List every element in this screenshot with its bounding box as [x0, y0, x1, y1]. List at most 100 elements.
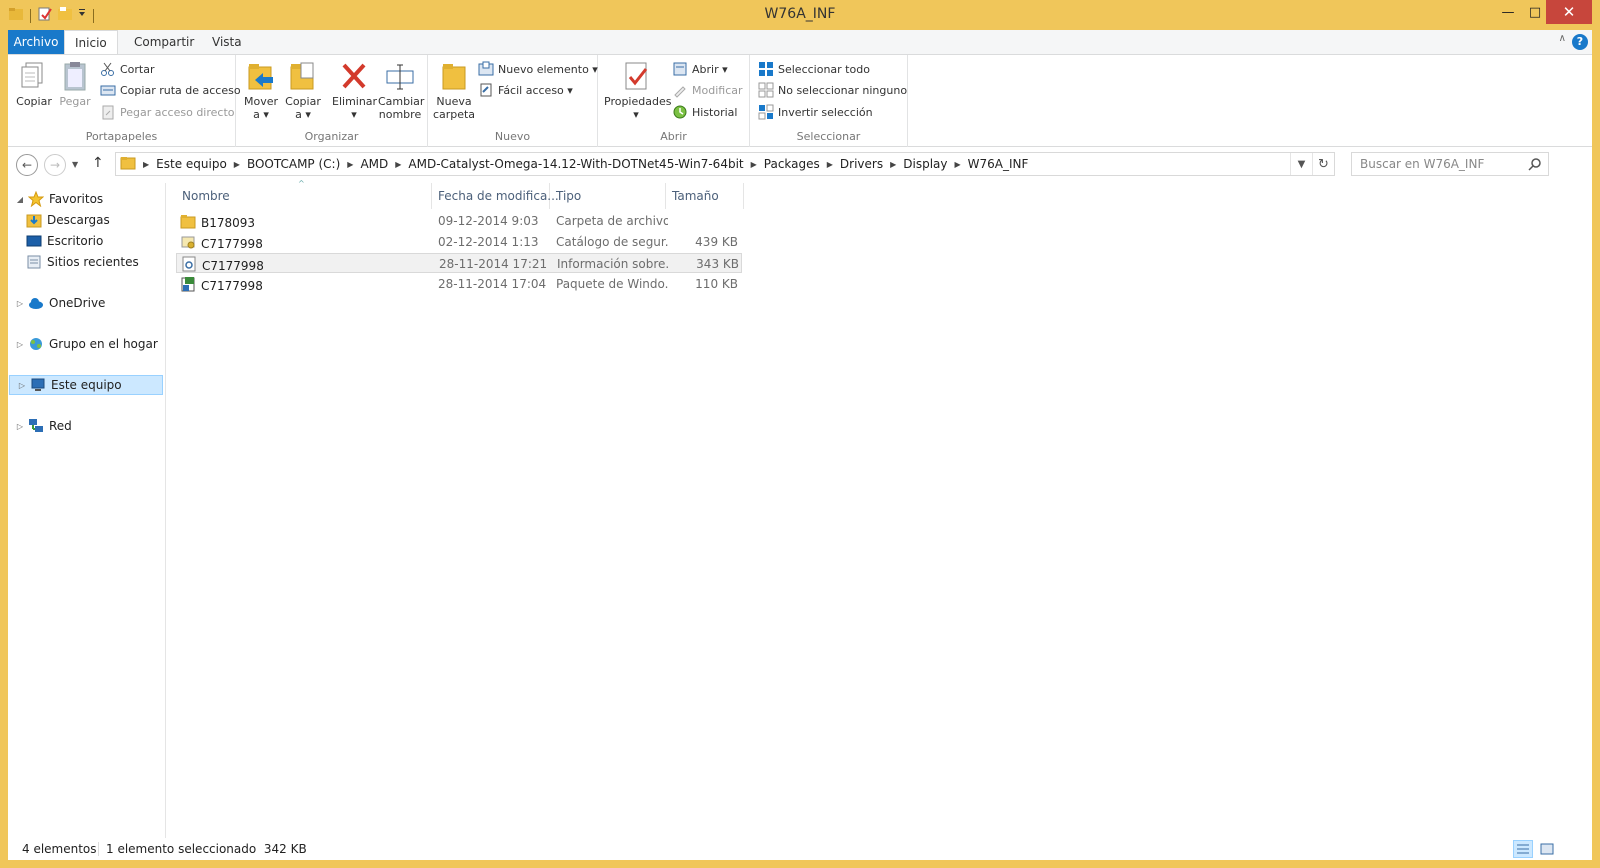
breadcrumb-separator-icon[interactable]: ▶: [952, 160, 964, 169]
breadcrumb-drivers[interactable]: Drivers: [836, 157, 887, 171]
forward-button[interactable]: →: [44, 154, 66, 176]
column-header-tipo[interactable]: Tipo: [550, 183, 666, 209]
help-icon[interactable]: ?: [1572, 34, 1588, 50]
copy-path-button[interactable]: Copiar ruta de acceso: [100, 80, 241, 100]
cut-button[interactable]: Cortar: [100, 59, 155, 79]
recent-places-icon: [26, 254, 42, 270]
breadcrumb-w76a-inf[interactable]: W76A_INF: [964, 157, 1033, 171]
breadcrumb-separator-icon[interactable]: ▶: [231, 160, 243, 169]
nav-item-red[interactable]: ▷ Red: [8, 416, 72, 436]
group-label-organizar: Organizar: [304, 130, 359, 143]
navigation-pane: ◢ Favoritos Descargas Escritorio Sitios …: [8, 183, 166, 838]
computer-icon: [30, 377, 46, 393]
rename-label-1: Cambiar: [378, 95, 425, 108]
new-folder-button[interactable]: Nueva carpeta: [432, 59, 476, 121]
tab-archivo[interactable]: Archivo: [8, 30, 64, 54]
expand-arrow-icon[interactable]: ▷: [14, 340, 26, 349]
file-name: B178093: [201, 216, 256, 230]
expand-arrow-icon[interactable]: ▷: [14, 422, 26, 431]
select-none-button[interactable]: No seleccionar ninguno: [758, 80, 907, 100]
collapse-ribbon-icon[interactable]: ∧: [1559, 33, 1566, 44]
up-arrow-icon[interactable]: ↑: [92, 155, 104, 171]
invert-selection-button[interactable]: Invertir selección: [758, 102, 873, 122]
file-row[interactable]: C7177998 02-12-2014 1:13 Catálogo de seg…: [176, 232, 742, 252]
address-history-dropdown-icon[interactable]: ▼: [1290, 153, 1312, 175]
select-all-button[interactable]: Seleccionar todo: [758, 59, 870, 79]
history-button[interactable]: Historial: [672, 102, 737, 122]
forward-arrow-icon: →: [49, 158, 61, 172]
file-name-cell: B178093: [180, 213, 430, 233]
navigation-bar: ← → ▼ ↑ ▶ Este equipo ▶ BOOTCAMP (C:) ▶ …: [8, 147, 1592, 183]
group-organizar: Mover a ▾ Copiar a ▾ Eliminar ▾ Cambiar …: [236, 55, 428, 147]
select-none-label: No seleccionar ninguno: [778, 83, 908, 97]
breadcrumb-amd-catalyst[interactable]: AMD-Catalyst-Omega-14.12-With-DOTNet45-W…: [404, 157, 747, 171]
minimize-button[interactable]: —: [1493, 0, 1523, 24]
nav-item-sitios-recientes[interactable]: Sitios recientes: [24, 252, 139, 272]
nav-item-favoritos[interactable]: ◢ Favoritos: [8, 189, 103, 209]
copy-to-button[interactable]: Copiar a ▾: [284, 59, 322, 121]
easy-access-button[interactable]: Fácil acceso ▾: [478, 80, 573, 100]
collapse-arrow-icon[interactable]: ◢: [14, 195, 26, 204]
nav-item-escritorio[interactable]: Escritorio: [24, 231, 103, 251]
breadcrumb-este-equipo[interactable]: Este equipo: [152, 157, 231, 171]
details-view-icon[interactable]: [1513, 840, 1533, 858]
column-header-tamano[interactable]: Tamaño: [666, 183, 744, 209]
content-area: ◢ Favoritos Descargas Escritorio Sitios …: [8, 179, 1592, 838]
breadcrumb-separator-icon[interactable]: ▶: [140, 160, 152, 169]
breadcrumb-display[interactable]: Display: [899, 157, 951, 171]
paste-button[interactable]: Pegar: [56, 59, 94, 108]
file-row[interactable]: C7177998 28-11-2014 17:21 Información so…: [176, 253, 742, 273]
group-label-portapapeles: Portapapeles: [85, 130, 158, 143]
copy-button[interactable]: Copiar: [14, 59, 54, 108]
breadcrumb-separator-icon[interactable]: ▶: [824, 160, 836, 169]
large-icons-view-icon[interactable]: [1537, 840, 1557, 858]
address-bar[interactable]: ▶ Este equipo ▶ BOOTCAMP (C:) ▶ AMD ▶ AM…: [115, 152, 1335, 176]
nav-item-grupo-hogar[interactable]: ▷ Grupo en el hogar: [8, 334, 158, 354]
history-icon: [672, 104, 688, 120]
explorer-window: W76A_INF — □ ✕ Archivo Inicio Compartir …: [0, 0, 1600, 868]
invert-selection-label: Invertir selección: [778, 105, 873, 119]
nav-item-descargas[interactable]: Descargas: [24, 210, 110, 230]
tab-vista[interactable]: Vista: [202, 30, 252, 54]
close-button[interactable]: ✕: [1546, 0, 1592, 24]
status-bar: 4 elementos 1 elemento seleccionado 342 …: [8, 838, 1592, 860]
recent-locations-dropdown-icon[interactable]: ▼: [72, 160, 78, 169]
file-type: Catálogo de segur...: [556, 235, 668, 249]
breadcrumb-separator-icon[interactable]: ▶: [392, 160, 404, 169]
breadcrumb-separator-icon[interactable]: ▶: [344, 160, 356, 169]
column-header-fecha[interactable]: Fecha de modifica...: [432, 183, 559, 209]
refresh-icon[interactable]: ↻: [1312, 153, 1334, 175]
file-row[interactable]: B178093 09-12-2014 9:03 Carpeta de archi…: [176, 211, 742, 231]
nav-item-este-equipo[interactable]: ▷ Este equipo: [9, 375, 163, 395]
breadcrumb-bootcamp[interactable]: BOOTCAMP (C:): [243, 157, 344, 171]
delete-button[interactable]: Eliminar ▾: [332, 59, 377, 121]
breadcrumb-separator-icon[interactable]: ▶: [887, 160, 899, 169]
open-button[interactable]: Abrir ▾: [672, 59, 728, 79]
downloads-icon: [26, 212, 42, 228]
nav-label-grupo-hogar: Grupo en el hogar: [49, 337, 158, 351]
rename-button[interactable]: Cambiar nombre: [378, 59, 425, 121]
edit-button[interactable]: Modificar: [672, 80, 743, 100]
properties-button[interactable]: Propiedades ▾: [604, 59, 671, 121]
file-date: 02-12-2014 1:13: [438, 235, 539, 249]
breadcrumb-packages[interactable]: Packages: [760, 157, 824, 171]
file-row[interactable]: C7177998 28-11-2014 17:04 Paquete de Win…: [176, 274, 742, 294]
breadcrumb-separator-icon[interactable]: ▶: [748, 160, 760, 169]
nav-item-onedrive[interactable]: ▷ OneDrive: [8, 293, 106, 313]
new-item-button[interactable]: Nuevo elemento ▾: [478, 59, 598, 79]
back-button[interactable]: ←: [16, 154, 38, 176]
paste-shortcut-button[interactable]: Pegar acceso directo: [100, 102, 235, 122]
tab-inicio[interactable]: Inicio: [64, 30, 118, 54]
expand-arrow-icon[interactable]: ▷: [16, 381, 28, 390]
expand-arrow-icon[interactable]: ▷: [14, 299, 26, 308]
tab-compartir[interactable]: Compartir: [124, 30, 204, 54]
copy-icon: [18, 59, 50, 93]
column-header-nombre[interactable]: Nombre: [176, 183, 432, 209]
breadcrumb-amd[interactable]: AMD: [356, 157, 392, 171]
search-icon[interactable]: [1528, 157, 1542, 174]
open-label: Abrir ▾: [692, 62, 728, 76]
nav-label-onedrive: OneDrive: [49, 296, 106, 310]
search-input[interactable]: Buscar en W76A_INF: [1351, 152, 1549, 176]
rename-label-2: nombre: [378, 108, 422, 121]
move-to-button[interactable]: Mover a ▾: [242, 59, 280, 121]
